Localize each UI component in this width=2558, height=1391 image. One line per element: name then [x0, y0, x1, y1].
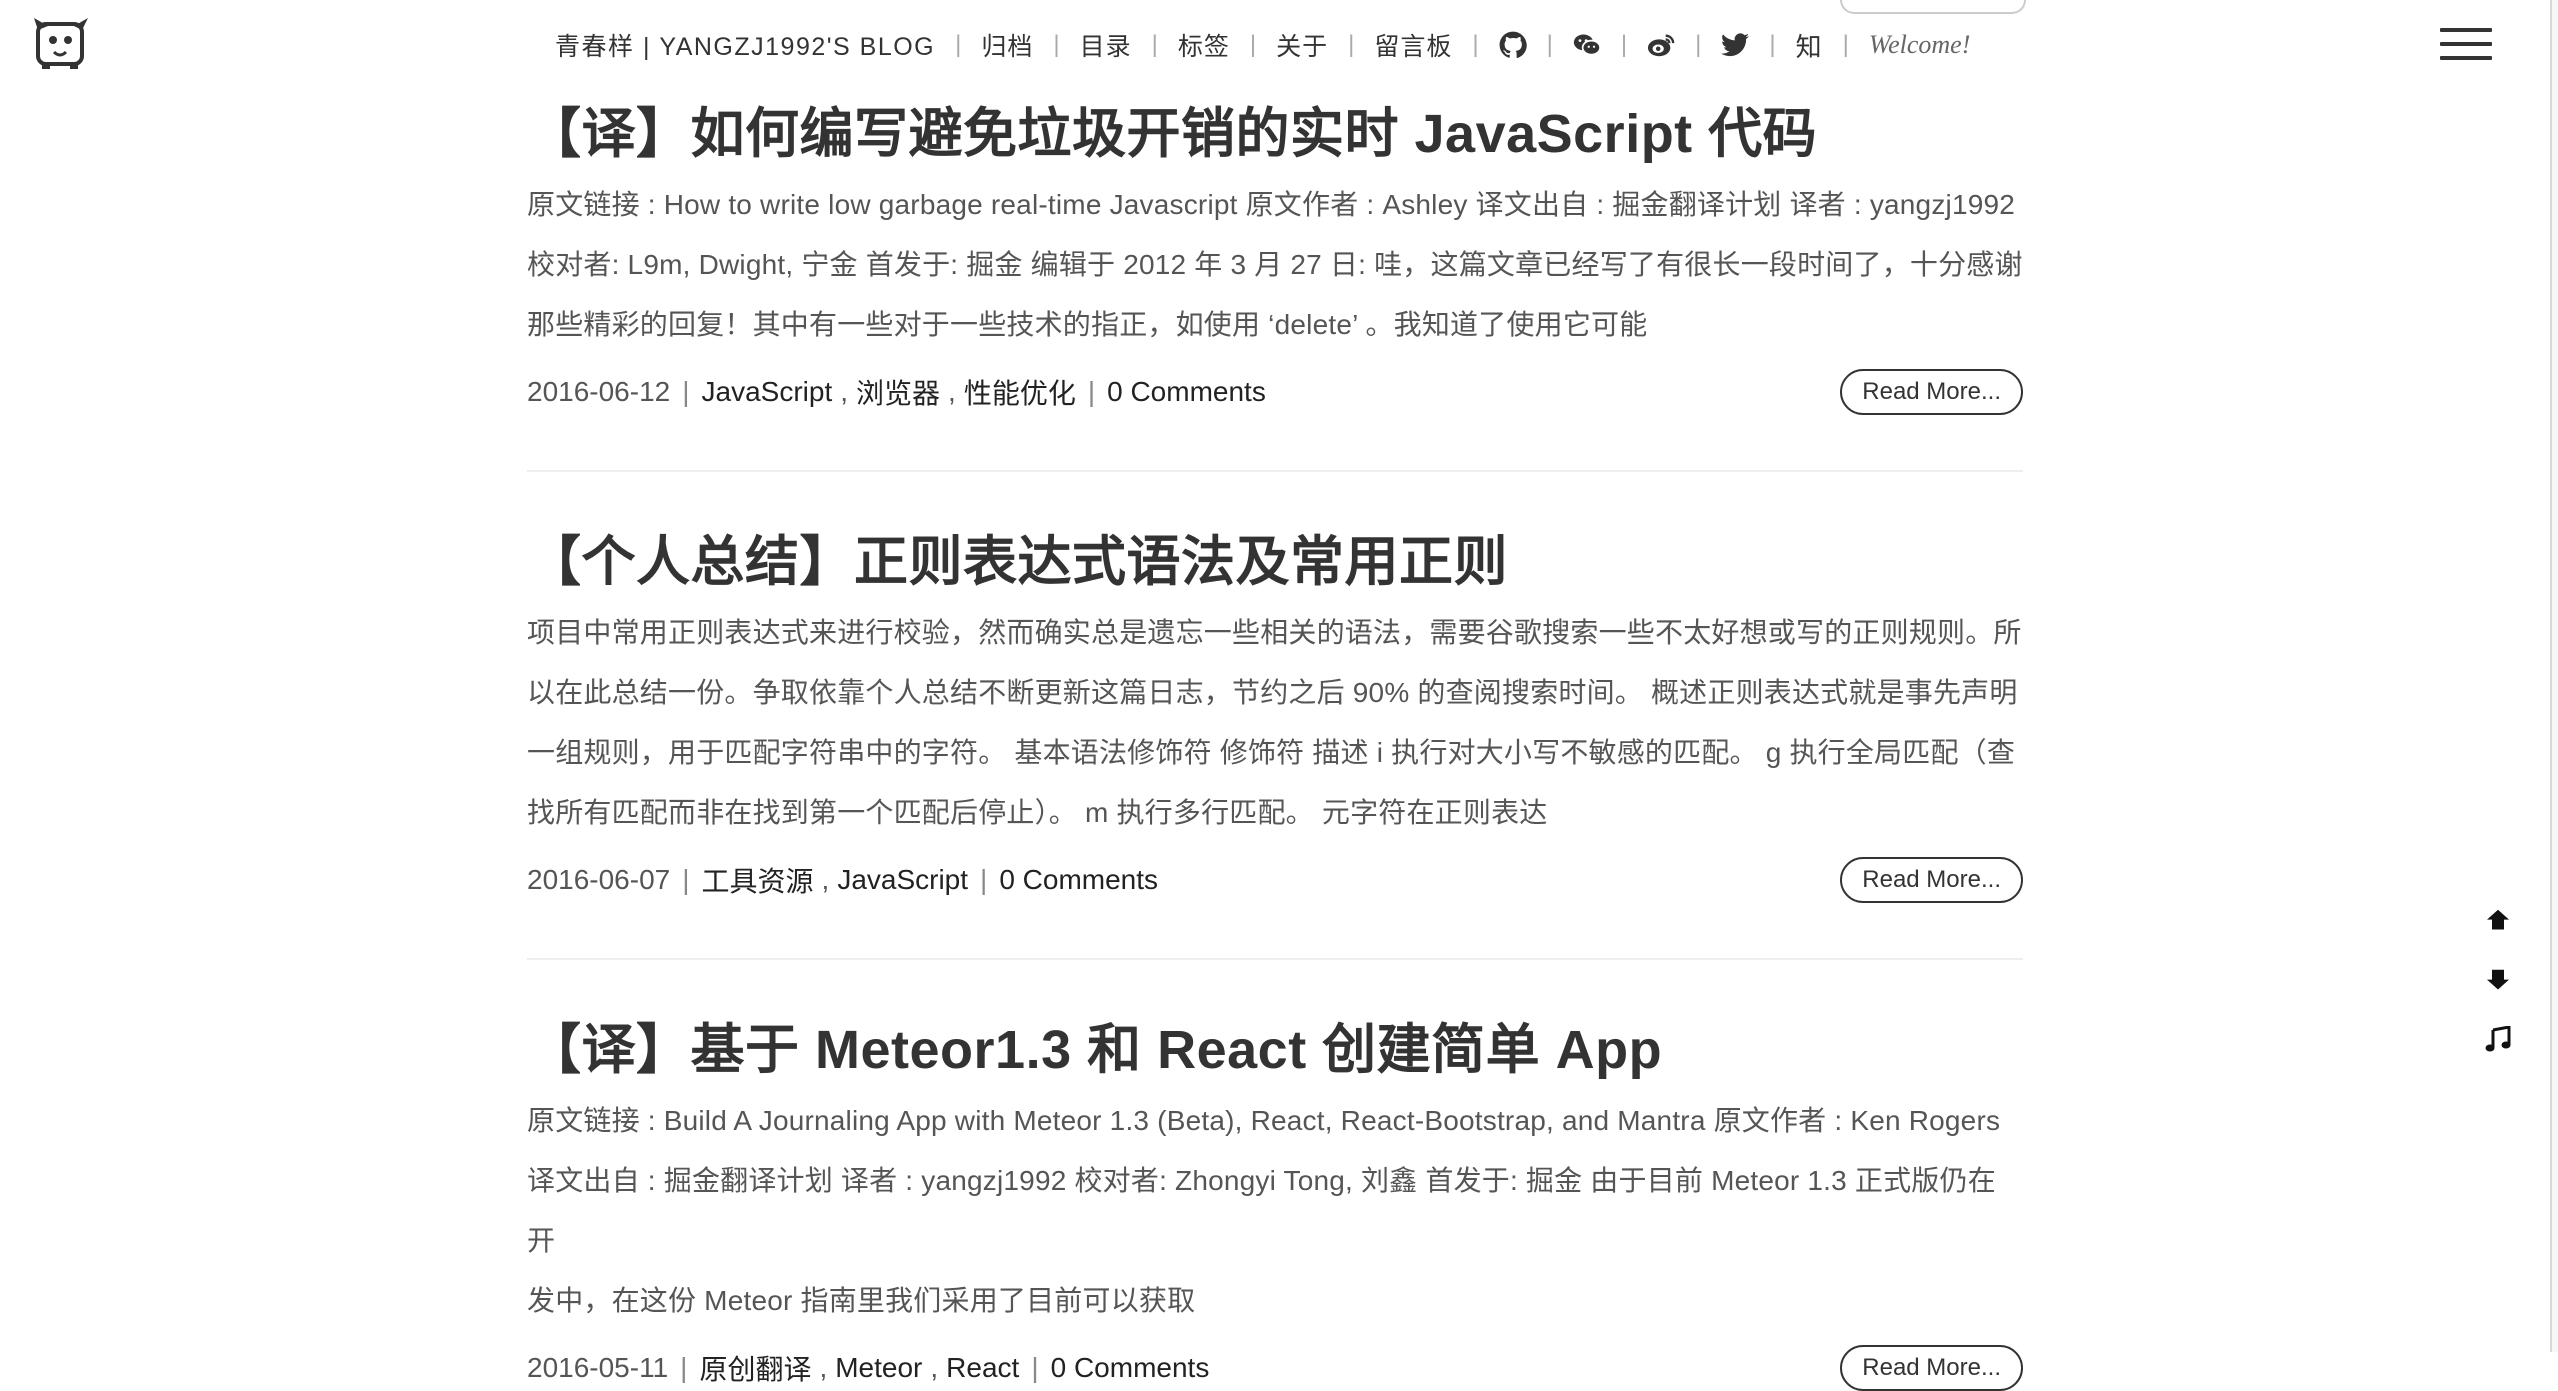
post-meta: 2016-06-12 | JavaScript , 浏览器 , 性能优化 | 0… — [527, 368, 2023, 415]
post-divider — [527, 470, 2023, 472]
nav-separator: | — [1053, 31, 1060, 58]
post-divider — [527, 958, 2023, 960]
hamburger-menu-icon[interactable] — [2440, 28, 2492, 62]
post-tag[interactable]: JavaScript — [702, 376, 833, 408]
meta-separator: | — [682, 375, 690, 407]
excerpt-line: 原文链接 : How to write low garbage real-tim… — [527, 188, 2016, 220]
meta-separator: | — [980, 863, 988, 895]
arrow-up-icon[interactable] — [2478, 900, 2518, 940]
post-meta: 2016-06-07 | 工具资源 , JavaScript | 0 Comme… — [527, 856, 2023, 903]
nav-separator: | — [1249, 31, 1257, 58]
meta-separator: | — [1087, 375, 1096, 407]
weibo-icon[interactable] — [1647, 31, 1675, 59]
top-nav: 青春样 | YANGZJ1992'S BLOG | 归档 | 目录 | 标签 |… — [555, 22, 1970, 68]
excerpt-line: 原文链接 : Build A Journaling App with Meteo… — [527, 1104, 2001, 1136]
post-comments-link[interactable]: 0 Comments — [999, 864, 1158, 896]
github-icon[interactable] — [1499, 31, 1527, 59]
page-scrollbar[interactable] — [2550, 0, 2558, 1352]
post-excerpt: 项目中常用正则表达式来进行校验，然而确实总是遗忘一些相关的语法，需要谷歌搜索一些… — [527, 603, 2023, 843]
nav-separator: | — [1472, 31, 1479, 58]
partial-read-more-button[interactable] — [1840, 0, 2026, 14]
meta-separator: | — [682, 863, 690, 895]
post-item: 【译】基于 Meteor1.3 和 React 创建简单 App 原文链接 : … — [527, 1018, 2023, 1391]
nav-separator: | — [1151, 31, 1158, 58]
meta-separator: | — [680, 1351, 688, 1383]
excerpt-line: 那些精彩的回复！其中有一些对于一些技术的指正，如使用 ‘delete’ 。我知道… — [527, 308, 1648, 340]
nav-tags[interactable]: 标签 — [1178, 27, 1230, 63]
post-title[interactable]: 【译】如何编写避免垃圾开销的实时 JavaScript 代码 — [527, 102, 2023, 167]
nav-catalog[interactable]: 目录 — [1080, 27, 1132, 63]
excerpt-line: 译文出自 : 掘金翻译计划 译者 : yangzj1992 校对者: Zhong… — [527, 1164, 1996, 1256]
welcome-text: Welcome! — [1868, 30, 1971, 59]
nav-about[interactable]: 关于 — [1276, 27, 1328, 63]
site-logo[interactable] — [32, 14, 90, 72]
excerpt-line: 校对者: L9m, Dwight, 宁金 首发于: 掘金 编辑于 2012 年 … — [527, 248, 2023, 280]
post-title[interactable]: 【译】基于 Meteor1.3 和 React 创建简单 App — [527, 1018, 2023, 1083]
nav-archive[interactable]: 归档 — [981, 27, 1033, 63]
tag-separator: , — [840, 375, 849, 407]
post-title[interactable]: 【个人总结】正则表达式语法及常用正则 — [527, 530, 2023, 595]
meta-separator: | — [1031, 1351, 1039, 1383]
post-tag[interactable]: 原创翻译 — [699, 1348, 811, 1388]
post-excerpt: 原文链接 : How to write low garbage real-tim… — [527, 175, 2023, 355]
tag-separator: , — [821, 863, 830, 895]
post-date: 2016-05-11 — [527, 1351, 669, 1383]
post-date: 2016-06-07 — [527, 863, 671, 895]
nav-separator: | — [1842, 31, 1849, 58]
post-item: 【译】如何编写避免垃圾开销的实时 JavaScript 代码 原文链接 : Ho… — [527, 102, 2023, 415]
tag-separator: , — [948, 375, 956, 407]
twitter-icon[interactable] — [1721, 31, 1750, 59]
post-tag[interactable]: JavaScript — [837, 864, 968, 896]
excerpt-line: 找所有匹配而非在找到第一个匹配后停止）。 m 执行多行匹配。 元字符在正则表达 — [527, 796, 1548, 828]
nav-separator: | — [1546, 31, 1553, 58]
wechat-icon[interactable] — [1573, 31, 1601, 59]
excerpt-line: 一组规则，用于匹配字符串中的字符。 基本语法修饰符 修饰符 描述 i 执行对大小… — [527, 736, 2016, 768]
post-tag[interactable]: 浏览器 — [856, 372, 940, 412]
post-date: 2016-06-12 — [527, 375, 671, 407]
nav-brand[interactable]: 青春样 | YANGZJ1992'S BLOG — [555, 27, 935, 63]
zhihu-link[interactable]: 知 — [1796, 27, 1823, 64]
post-comments-link[interactable]: 0 Comments — [1051, 1352, 1210, 1384]
read-more-button[interactable]: Read More... — [1840, 368, 2023, 415]
nav-separator: | — [955, 31, 962, 58]
post-comments-link[interactable]: 0 Comments — [1107, 376, 1266, 408]
post-item: 【个人总结】正则表达式语法及常用正则 项目中常用正则表达式来进行校验，然而确实总… — [527, 530, 2023, 903]
excerpt-line: 项目中常用正则表达式来进行校验，然而确实总是遗忘一些相关的语法，需要谷歌搜索一些… — [527, 616, 2022, 648]
tag-separator: , — [930, 1351, 939, 1383]
post-tag[interactable]: Meteor — [835, 1352, 922, 1384]
post-tag[interactable]: 工具资源 — [702, 860, 814, 900]
post-tag[interactable]: React — [946, 1352, 1019, 1384]
side-toolbar — [2478, 900, 2518, 1080]
tag-separator: , — [819, 1351, 828, 1383]
nav-separator: | — [1620, 31, 1628, 58]
music-note-icon[interactable] — [2478, 1020, 2518, 1060]
nav-separator: | — [1348, 31, 1355, 58]
post-tag[interactable]: 性能优化 — [964, 372, 1076, 412]
nav-guestbook[interactable]: 留言板 — [1374, 27, 1452, 63]
nav-separator: | — [1695, 31, 1702, 58]
arrow-down-icon[interactable] — [2478, 960, 2518, 1000]
read-more-button[interactable]: Read More... — [1840, 856, 2023, 903]
post-excerpt: 原文链接 : Build A Journaling App with Meteo… — [527, 1091, 2023, 1331]
excerpt-line: 发中，在这份 Meteor 指南里我们采用了目前可以获取 — [527, 1284, 1196, 1316]
nav-separator: | — [1769, 31, 1776, 58]
excerpt-line: 以在此总结一份。争取依靠个人总结不断更新这篇日志，节约之后 90% 的查阅搜索时… — [527, 676, 2018, 708]
